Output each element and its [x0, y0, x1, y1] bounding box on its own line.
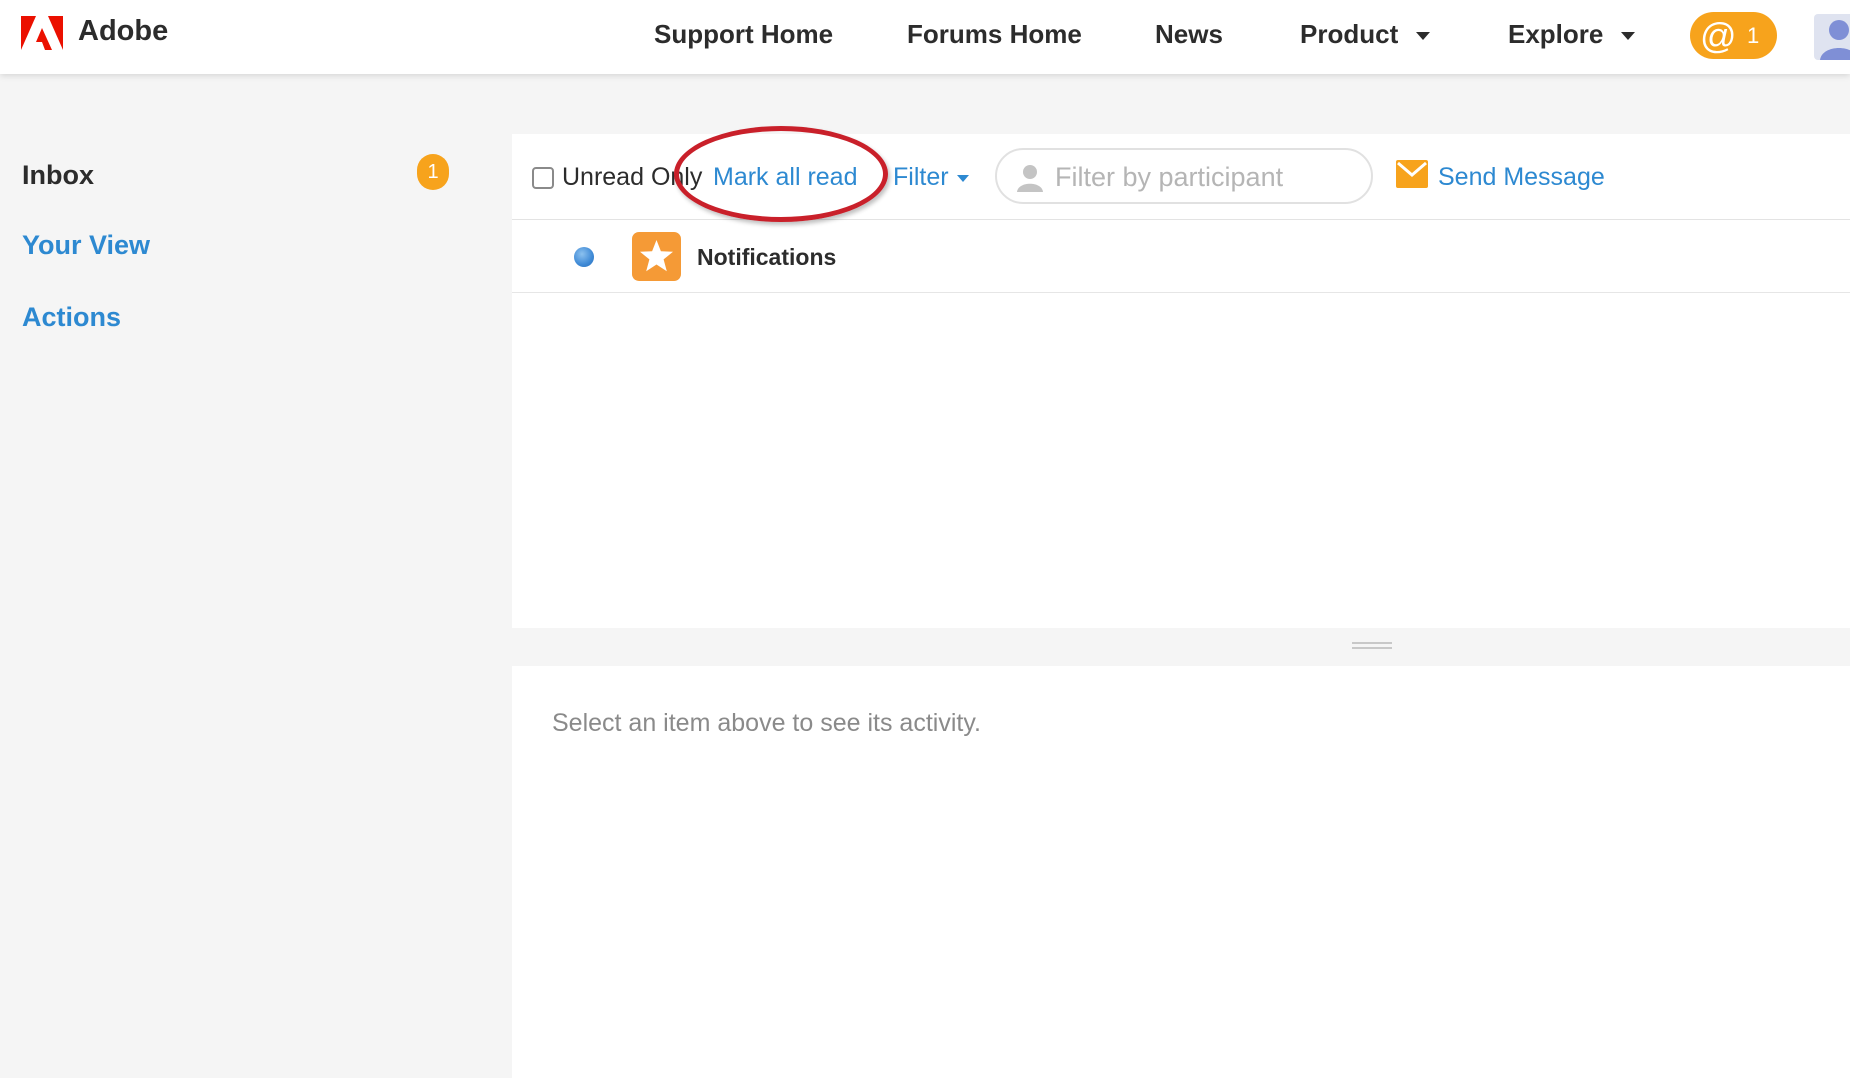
user-avatar-icon	[1820, 20, 1850, 60]
inbox-unread-badge: 1	[417, 154, 449, 190]
inbox-list-panel: Unread Only Mark all read Filter Send Me…	[512, 134, 1850, 628]
nav-product-dropdown[interactable]: Product	[1300, 19, 1431, 50]
chevron-down-icon	[956, 174, 969, 182]
at-sign-icon: @	[1700, 15, 1737, 56]
mark-all-read-link[interactable]: Mark all read	[713, 163, 858, 192]
unread-dot-icon	[574, 247, 594, 267]
list-item[interactable]: Notifications	[512, 220, 1850, 293]
unread-only-label[interactable]: Unread Only	[562, 163, 702, 192]
nav-forums-home-label: Forums Home	[907, 19, 1082, 49]
nav-explore-dropdown[interactable]: Explore	[1508, 19, 1636, 50]
brand-name[interactable]: Adobe	[78, 15, 168, 48]
nav-support-home-label: Support Home	[654, 19, 834, 49]
empty-state-message: Select an item above to see its activity…	[552, 709, 981, 737]
adobe-logo-icon[interactable]	[21, 16, 63, 50]
participant-filter-field[interactable]	[995, 148, 1373, 204]
chevron-down-icon	[1621, 32, 1636, 41]
participant-filter-input[interactable]	[1055, 159, 1355, 195]
panel-resize-handle[interactable]	[1352, 640, 1392, 650]
nav-forums-home[interactable]: Forums Home	[907, 19, 1082, 50]
nav-news[interactable]: News	[1155, 19, 1223, 50]
sidebar-item-inbox[interactable]: Inbox	[22, 160, 94, 191]
activity-detail-panel: Select an item above to see its activity…	[512, 666, 1850, 1078]
sidebar: Inbox Your View Actions	[0, 74, 510, 1078]
user-avatar[interactable]	[1814, 14, 1850, 60]
nav-news-label: News	[1155, 19, 1223, 49]
mentions-count: 1	[1747, 23, 1760, 48]
notification-star-icon	[632, 232, 681, 281]
inbox-toolbar: Unread Only Mark all read Filter Send Me…	[512, 134, 1850, 220]
list-item-title: Notifications	[697, 244, 837, 270]
chevron-down-icon	[1416, 32, 1431, 41]
top-navigation-bar: Adobe Support Home Forums Home News Prod…	[0, 0, 1850, 74]
filter-dropdown[interactable]: Filter	[893, 163, 969, 192]
nav-support-home[interactable]: Support Home	[654, 19, 833, 50]
sidebar-item-actions[interactable]: Actions	[22, 302, 121, 333]
envelope-icon[interactable]	[1396, 160, 1428, 188]
nav-explore-label: Explore	[1508, 19, 1604, 49]
filter-label: Filter	[893, 163, 949, 191]
nav-product-label: Product	[1300, 19, 1399, 49]
mentions-button[interactable]: @ 1	[1690, 12, 1777, 59]
send-message-link[interactable]: Send Message	[1438, 163, 1605, 192]
sidebar-item-your-view[interactable]: Your View	[22, 230, 150, 261]
person-icon	[1017, 165, 1043, 192]
unread-only-checkbox[interactable]	[532, 167, 554, 189]
